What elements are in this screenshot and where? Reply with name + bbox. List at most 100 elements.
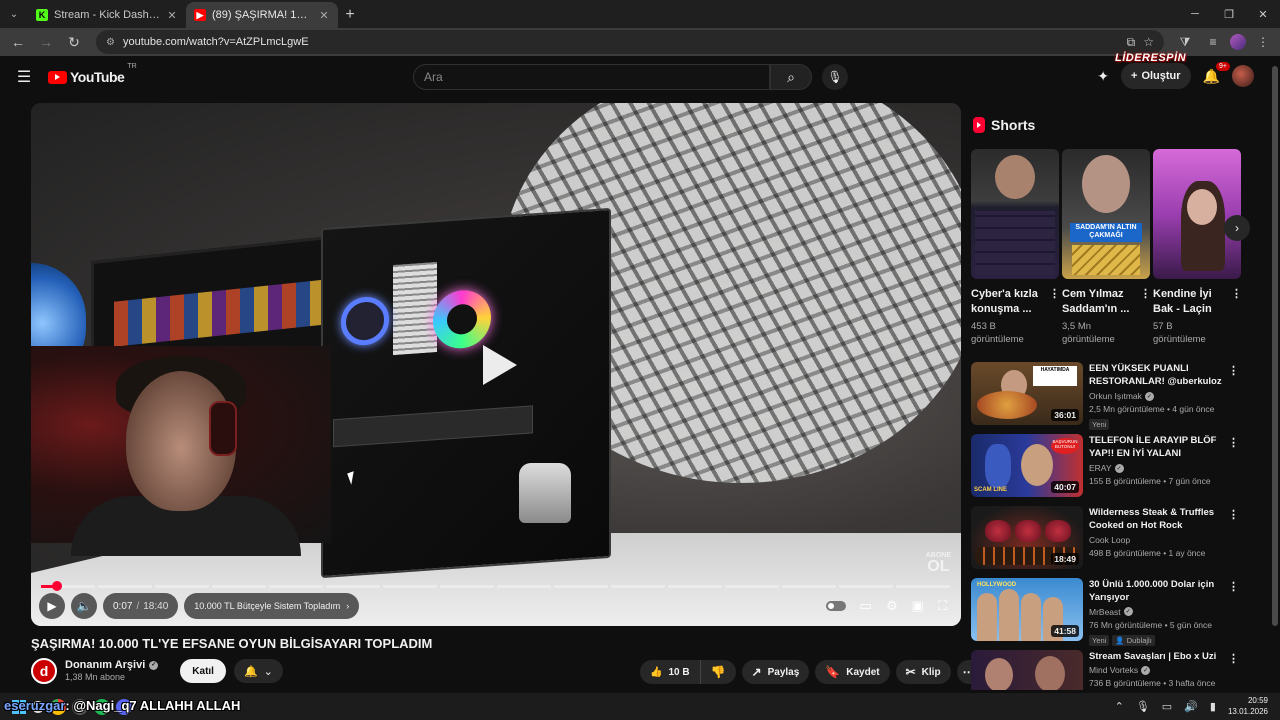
video-thumbnail[interactable]: HAYATIMDA 36:01 [971, 362, 1083, 425]
clip-button[interactable]: ✂ Klip [895, 660, 951, 684]
create-button[interactable]: + Oluştur [1121, 63, 1191, 89]
share-button[interactable]: ↗ Paylaş [741, 660, 810, 684]
short-item[interactable]: Cyber'a kızla konuşma ... ⋮ 453 Bgörüntül… [971, 149, 1060, 346]
video-thumbnail[interactable]: 18:49 [971, 506, 1083, 569]
close-tab-icon[interactable]: ✕ [318, 9, 330, 22]
tab-youtube-video[interactable]: ▶ (89) ŞAŞIRMA! 10.000 TL'YE EFSANE ✕ [186, 2, 338, 28]
search-input[interactable]: Ara [413, 64, 770, 90]
list-item[interactable]: Stream Savaşları | Ebo x Uzi Mind Vortek… [971, 650, 1247, 690]
tab-kick-dashboard[interactable]: K Stream - Kick Dashboard ✕ [28, 2, 186, 28]
reading-list-icon[interactable]: ≡ [1202, 31, 1224, 53]
video-title[interactable]: EEN YÜKSEK PUANLI RESTORANLAR! @uberkulo… [1089, 362, 1229, 389]
search-button[interactable]: ⌕ [770, 64, 812, 90]
list-item[interactable]: BAŞVURUN BUTONU! SCAM LINE 40:07 TELEFON… [971, 434, 1247, 502]
more-vertical-icon[interactable]: ⋮ [1228, 652, 1239, 665]
channel-name[interactable]: Cook Loop [1089, 535, 1130, 545]
video-title[interactable]: Stream Savaşları | Ebo x Uzi [1089, 650, 1229, 663]
close-window-icon[interactable]: ✕ [1246, 0, 1280, 28]
new-tab-button[interactable]: + [338, 2, 362, 28]
url-bar[interactable]: ⚙ youtube.com/watch?v=AtZPLmcLgwE ⧉ ☆ [96, 30, 1164, 54]
channel-name[interactable]: Mind Vorteks [1089, 665, 1138, 675]
more-vertical-icon[interactable]: ⋮ [1228, 508, 1239, 521]
play-button[interactable]: ▶ [39, 593, 65, 619]
video-title[interactable]: 30 Ünlü 1.000.000 Dolar için Yarışıyor [1089, 578, 1229, 605]
back-icon[interactable]: ← [6, 30, 30, 54]
short-title[interactable]: Kendine İyi Bak - Laçin [1153, 287, 1225, 317]
reload-icon[interactable]: ↻ [62, 30, 86, 54]
premium-icon[interactable]: ✦ [1097, 68, 1109, 85]
short-title[interactable]: Cem Yılmaz Saddam'ın ... [1062, 287, 1134, 317]
join-button[interactable]: Katıl [180, 659, 226, 683]
video-meta: 2,5 Mn görüntüleme • 4 gün önce [1089, 404, 1215, 414]
plus-icon: + [1131, 70, 1138, 82]
fullscreen-icon[interactable]: ⛶ [938, 598, 947, 614]
browser-menu-icon[interactable]: ⋮ [1252, 31, 1274, 53]
microphone-icon[interactable]: 🎙 [1136, 700, 1150, 713]
progress-handle[interactable] [52, 581, 62, 591]
site-info-icon[interactable]: ⚙ [106, 37, 115, 48]
channel-name[interactable]: Orkun Işıtmak [1089, 391, 1142, 401]
more-vertical-icon[interactable]: ⋮ [1140, 287, 1151, 317]
channel-name[interactable]: ERAY [1089, 463, 1112, 473]
subtitles-icon[interactable]: ▭ [860, 598, 872, 614]
more-vertical-icon[interactable]: ⋮ [1228, 580, 1239, 593]
system-clock[interactable]: 20:59 13.01.2026 [1228, 696, 1268, 717]
like-button[interactable]: 👍 10 B [640, 660, 701, 684]
list-item[interactable]: HAYATIMDA 36:01 EEN YÜKSEK PUANLI RESTOR… [971, 362, 1247, 430]
more-vertical-icon[interactable]: ⋮ [1231, 287, 1242, 317]
chat-message: : @Nagi_q7 ALLAHH ALLAH [65, 698, 241, 713]
video-thumbnail[interactable]: BAŞVURUN BUTONU! SCAM LINE 40:07 [971, 434, 1083, 497]
short-thumbnail[interactable]: SADDAM'IN ALTIN ÇAKMAĞI [1062, 149, 1150, 279]
menu-icon[interactable]: ☰ [0, 67, 48, 87]
minimize-icon[interactable]: ─ [1178, 0, 1212, 28]
dislike-button[interactable]: 👎 [701, 660, 736, 684]
voice-search-button[interactable]: 🎙 [822, 64, 848, 90]
video-thumbnail[interactable]: HOLLYWOOD 41:58 [971, 578, 1083, 641]
list-item[interactable]: 18:49 Wilderness Steak & Truffles Cooked… [971, 506, 1247, 574]
progress-bar[interactable] [41, 581, 951, 591]
video-title[interactable]: TELEFON İLE ARAYIP BLÖF YAP!! EN İYİ YAL… [1089, 434, 1229, 461]
shorts-next-button[interactable]: › [1224, 215, 1250, 241]
subscribe-watermark[interactable]: ABONE OL [926, 552, 951, 574]
short-item[interactable]: SADDAM'IN ALTIN ÇAKMAĞI Cem Yılmaz Sadda… [1062, 149, 1151, 346]
mute-button[interactable]: 🔈 [71, 593, 97, 619]
short-thumbnail[interactable] [1153, 149, 1241, 279]
more-vertical-icon[interactable]: ⋮ [1049, 287, 1060, 317]
network-icon[interactable]: ▭ [1162, 700, 1172, 713]
restore-icon[interactable]: ❐ [1212, 0, 1246, 28]
notifications-button[interactable]: 🔔 9+ [1203, 61, 1230, 85]
bookmark-star-icon[interactable]: ☆ [1143, 35, 1154, 49]
video-player[interactable]: ABONE OL ▶ 🔈 0:07 / 18:40 10.000 TL Bütç… [31, 103, 961, 626]
page-scrollbar[interactable] [1270, 56, 1280, 693]
more-vertical-icon[interactable]: ⋮ [1228, 364, 1239, 377]
channel-name[interactable]: MrBeast [1089, 607, 1121, 617]
video-title[interactable]: Wilderness Steak & Truffles Cooked on Ho… [1089, 506, 1229, 533]
tray-expand-icon[interactable]: ⌃ [1115, 700, 1124, 713]
url-text[interactable]: youtube.com/watch?v=AtZPLmcLgwE [123, 36, 1119, 48]
profile-avatar[interactable] [1230, 34, 1246, 50]
autoplay-toggle[interactable] [825, 601, 846, 611]
youtube-logo[interactable]: YouTube TR [48, 63, 137, 85]
forward-icon[interactable]: → [34, 30, 58, 54]
big-play-icon[interactable] [479, 343, 519, 387]
close-tab-icon[interactable]: ✕ [166, 9, 178, 22]
channel-name[interactable]: Donanım Arşivi [65, 659, 145, 672]
short-title[interactable]: Cyber'a kızla konuşma ... [971, 287, 1043, 317]
more-vertical-icon[interactable]: ⋮ [1228, 436, 1239, 449]
settings-gear-icon[interactable]: ⚙ [886, 598, 898, 614]
battery-icon[interactable]: ▮ [1210, 700, 1216, 713]
short-thumbnail[interactable] [971, 149, 1059, 279]
install-app-icon[interactable]: ⧉ [1127, 35, 1136, 50]
extensions-icon[interactable]: ⧩ [1174, 31, 1196, 53]
save-button[interactable]: 🔖 Kaydet [815, 660, 890, 684]
list-item[interactable]: HOLLYWOOD 41:58 30 Ünlü 1.000.000 Dolar … [971, 578, 1247, 646]
theater-mode-icon[interactable]: ▣ [912, 598, 924, 614]
volume-icon[interactable]: 🔊 [1184, 700, 1198, 713]
video-thumbnail[interactable] [971, 650, 1083, 690]
tab-search-icon[interactable]: ⌄ [0, 0, 28, 28]
subscription-bell-button[interactable]: 🔔 ⌄ [233, 659, 283, 683]
account-avatar[interactable] [1232, 65, 1254, 87]
short-item[interactable]: Kendine İyi Bak - Laçin ⋮ 57 Bgörüntüleme [1153, 149, 1242, 346]
channel-avatar[interactable]: d [31, 658, 57, 684]
chapter-button[interactable]: 10.000 TL Bütçeyle Sistem Topladım › [184, 593, 360, 619]
